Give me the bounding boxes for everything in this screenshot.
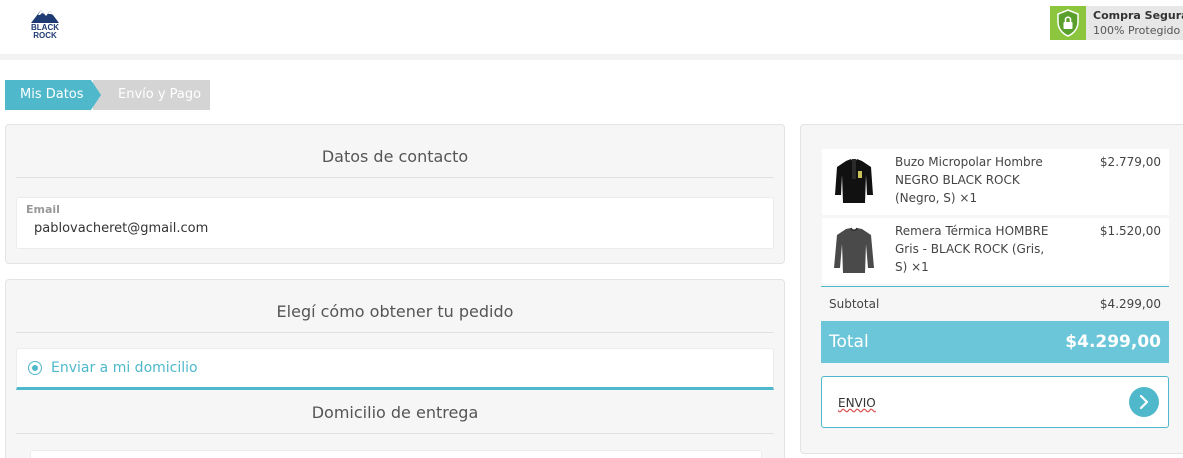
email-value[interactable]: pablovacheret@gmail.com [34, 221, 208, 236]
shipping-divider [16, 332, 774, 333]
step-arrow [91, 80, 101, 110]
item-name: Buzo Micropolar Hombre NEGRO BLACK ROCK … [895, 155, 1043, 205]
contact-card: Datos de contacto Email pablovacheret@gm… [5, 124, 785, 264]
shipping-card: Elegí cómo obtener tu pedido Enviar a mi… [5, 279, 785, 458]
step-envio-pago[interactable]: Envío y Pago [93, 80, 210, 110]
subtotal-label: Subtotal [829, 297, 880, 311]
address-form[interactable] [30, 450, 762, 458]
cart-item: Buzo Micropolar Hombre NEGRO BLACK ROCK … [822, 149, 1169, 215]
delivery-option-home[interactable]: Enviar a mi domicilio [16, 348, 774, 390]
item-price: $2.779,00 [1099, 155, 1161, 169]
delivery-option-label[interactable]: Enviar a mi domicilio [51, 360, 198, 376]
item-price: $1.520,00 [1099, 224, 1161, 238]
item-name: Remera Térmica HOMBRE Gris - BLACK ROCK … [895, 224, 1049, 274]
logo-text-rock: ROCK [33, 31, 57, 40]
chevron-right-icon [1139, 395, 1149, 409]
summary-divider [821, 286, 1169, 287]
address-divider [16, 433, 774, 434]
apply-coupon-button[interactable] [1129, 387, 1159, 417]
contact-title: Datos de contacto [321, 147, 469, 166]
order-summary: Buzo Micropolar Hombre NEGRO BLACK ROCK … [800, 124, 1183, 454]
secure-subtitle: 100% Protegido [1093, 24, 1181, 37]
top-bar: BLACK ROCK Compra Segura 100% Protegido [0, 0, 1183, 54]
total-bar: Total $4.299,00 [821, 321, 1169, 363]
shipping-title: Elegí cómo obtener tu pedido [276, 302, 514, 321]
address-title: Domicilio de entrega [311, 403, 479, 422]
email-label: Email [26, 203, 60, 216]
subtotal-value: $4.299,00 [1099, 297, 1161, 311]
cart-item: Remera Térmica HOMBRE Gris - BLACK ROCK … [822, 218, 1169, 284]
contact-divider [16, 177, 774, 178]
total-value: $4.299,00 [1065, 332, 1161, 352]
step-mis-datos[interactable]: Mis Datos [5, 80, 91, 110]
radio-dot [32, 365, 38, 371]
secure-title: Compra Segura [1093, 9, 1183, 22]
total-label: Total [829, 332, 869, 352]
product-image [829, 155, 879, 207]
product-image [829, 224, 879, 276]
shield-lock-icon [1050, 6, 1086, 40]
coupon-value[interactable]: ENVIO [838, 396, 876, 410]
mountain-icon [31, 10, 59, 23]
header-divider [0, 54, 1183, 60]
email-field[interactable]: Email pablovacheret@gmail.com [16, 197, 774, 249]
brand-logo[interactable]: BLACK ROCK [28, 6, 62, 42]
delivery-radio[interactable] [28, 361, 42, 375]
coupon-input[interactable]: ENVIO [821, 376, 1169, 428]
secure-purchase-badge: Compra Segura 100% Protegido [1050, 6, 1183, 40]
